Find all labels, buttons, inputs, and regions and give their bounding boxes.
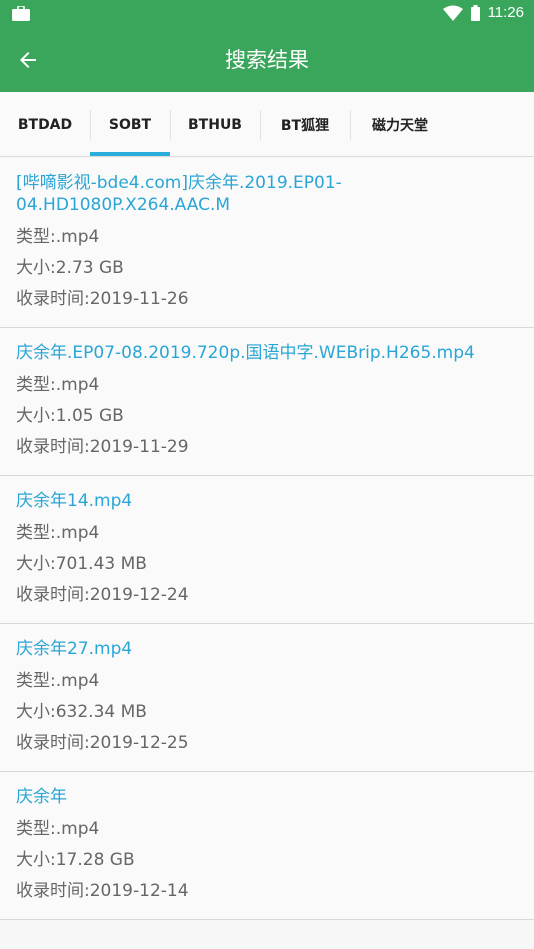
result-title[interactable]: 庆余年.EP07-08.2019.720p.国语中字.WEBrip.H265.m…: [16, 342, 518, 364]
status-bar: 11:26: [0, 0, 534, 28]
result-item[interactable]: [哔嘀影视-bde4.com]庆余年.2019.EP01-04.HD1080P.…: [0, 158, 534, 328]
result-type: 类型:.mp4: [16, 227, 100, 247]
page-title: 搜索结果: [225, 48, 309, 72]
result-size: 大小:17.28 GB: [16, 850, 135, 870]
result-title[interactable]: 庆余年: [16, 786, 518, 808]
tab-bar: BTDAD SOBT BTHUB BT狐狸 磁力天堂: [0, 92, 534, 157]
status-time: 11:26: [487, 4, 524, 21]
result-title[interactable]: 庆余年14.mp4: [16, 490, 518, 512]
tab-bt-fox[interactable]: BT狐狸: [260, 92, 350, 157]
result-item[interactable]: 庆余年14.mp4 类型:.mp4 大小:701.43 MB 收录时间:2019…: [0, 476, 534, 624]
result-type: 类型:.mp4: [16, 671, 100, 691]
result-size: 大小:632.34 MB: [16, 702, 147, 722]
app-bar: 搜索结果: [0, 28, 534, 92]
result-date: 收录时间:2019-12-24: [16, 585, 189, 605]
result-date: 收录时间:2019-11-26: [16, 289, 189, 309]
wifi-icon: [442, 5, 463, 21]
result-size: 大小:1.05 GB: [16, 406, 124, 426]
result-date: 收录时间:2019-11-29: [16, 437, 189, 457]
result-size: 大小:2.73 GB: [16, 258, 124, 278]
result-title[interactable]: 庆余年27.mp4: [16, 638, 518, 660]
tab-cili-tiantang[interactable]: 磁力天堂: [350, 92, 450, 157]
result-title[interactable]: [哔嘀影视-bde4.com]庆余年.2019.EP01-04.HD1080P.…: [16, 172, 518, 216]
briefcase-icon: [12, 6, 30, 21]
result-type: 类型:.mp4: [16, 819, 100, 839]
result-type: 类型:.mp4: [16, 375, 100, 395]
result-item[interactable]: 庆余年27.mp4 类型:.mp4 大小:632.34 MB 收录时间:2019…: [0, 624, 534, 772]
results-list: [哔嘀影视-bde4.com]庆余年.2019.EP01-04.HD1080P.…: [0, 158, 534, 920]
tab-bthub[interactable]: BTHUB: [170, 92, 260, 157]
tab-indicator: [90, 152, 170, 156]
battery-icon: [470, 4, 480, 21]
result-type: 类型:.mp4: [16, 523, 100, 543]
result-date: 收录时间:2019-12-25: [16, 733, 189, 753]
result-item[interactable]: 庆余年.EP07-08.2019.720p.国语中字.WEBrip.H265.m…: [0, 328, 534, 476]
result-size: 大小:701.43 MB: [16, 554, 147, 574]
result-date: 收录时间:2019-12-14: [16, 881, 189, 901]
tab-btdad[interactable]: BTDAD: [0, 92, 90, 157]
result-item[interactable]: 庆余年 类型:.mp4 大小:17.28 GB 收录时间:2019-12-14: [0, 772, 534, 920]
tab-sobt[interactable]: SOBT: [90, 92, 170, 157]
